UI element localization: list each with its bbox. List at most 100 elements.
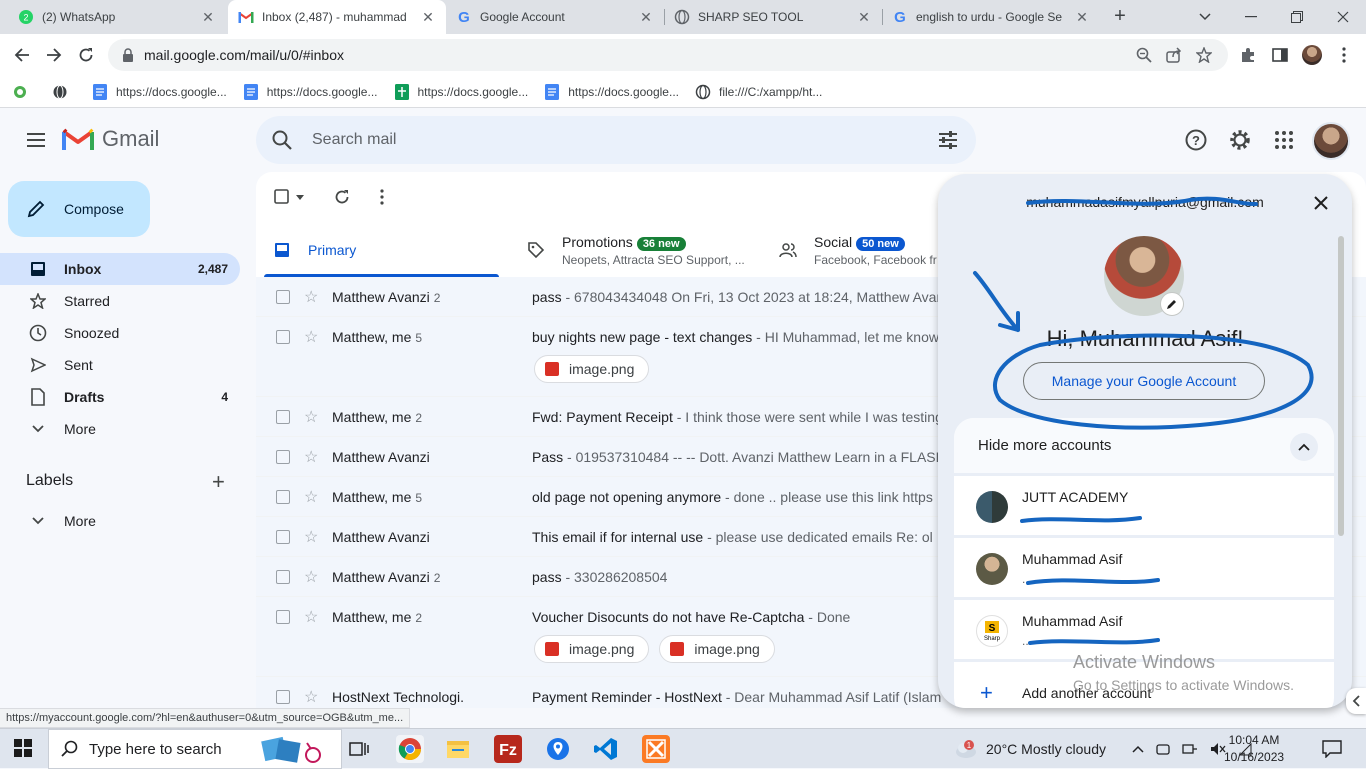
zoom-icon[interactable] [1136,47,1152,63]
select-dropdown-icon[interactable] [294,187,306,207]
chrome-taskbar-icon[interactable] [396,735,424,763]
row-checkbox[interactable] [276,610,290,624]
restore-button[interactable] [1274,0,1320,34]
tab-social[interactable]: Social 50 new Facebook, Facebook fr [778,224,937,276]
meet-now-icon[interactable] [1156,742,1170,756]
account-item[interactable]: JUTT ACADEMY ... [954,476,1334,538]
tab-sharp-seo-tool[interactable]: SHARP SEO TOOL ✕ [664,0,882,34]
main-menu-icon[interactable] [24,128,48,152]
show-hidden-icons-chevron-icon[interactable] [1132,745,1144,753]
maps-pin-icon[interactable] [544,735,572,763]
bookmark-item[interactable]: https://docs.google... [394,83,528,100]
side-panel-icon[interactable] [1270,45,1290,65]
tab-search-chevron-icon[interactable] [1182,0,1228,34]
browser-menu-icon[interactable] [1334,45,1354,65]
google-apps-icon[interactable] [1272,128,1296,152]
tab-primary[interactable]: Primary [272,224,356,276]
compose-button[interactable]: Compose [8,181,150,237]
help-icon[interactable]: ? [1184,128,1208,152]
chevron-up-icon[interactable] [1290,433,1318,461]
search-mail-input[interactable]: Search mail [256,116,976,164]
close-tab-icon[interactable]: ✕ [1074,9,1090,26]
close-window-button[interactable] [1320,0,1366,34]
sidebar-item-more[interactable]: More [0,413,240,445]
tab-google-translate-search[interactable]: G english to urdu - Google Se ✕ [882,0,1100,34]
close-tab-icon[interactable]: ✕ [856,9,872,26]
row-checkbox[interactable] [276,570,290,584]
windows-start-icon[interactable] [14,739,32,757]
more-options-icon[interactable] [372,187,392,207]
star-icon[interactable]: ☆ [304,607,318,627]
taskbar-search-input[interactable]: Type here to search [48,729,342,769]
bookmark-item[interactable] [12,84,36,100]
notifications-icon[interactable] [1322,729,1342,769]
tab-google-account[interactable]: G Google Account ✕ [446,0,664,34]
star-icon[interactable]: ☆ [304,447,318,467]
settings-gear-icon[interactable] [1228,128,1252,152]
close-tab-icon[interactable]: ✕ [420,9,436,26]
minimize-button[interactable] [1228,0,1274,34]
star-icon[interactable]: ☆ [304,567,318,587]
bookmark-item[interactable]: https://docs.google... [92,83,227,100]
sidebar-item-drafts[interactable]: Drafts 4 [0,381,240,413]
row-checkbox[interactable] [276,450,290,464]
close-icon[interactable] [1310,192,1332,214]
sidebar-item-inbox[interactable]: Inbox 2,487 [0,253,240,285]
share-icon[interactable] [1166,47,1182,63]
add-another-account-button[interactable]: + Add another account [954,668,1334,708]
weather-widget[interactable]: 1 20°C Mostly cloudy [954,729,1106,769]
back-arrow-icon[interactable] [10,43,34,67]
bookmark-item[interactable]: file:///C:/xampp/ht... [695,84,822,100]
tab-gmail-inbox[interactable]: Inbox (2,487) - muhammad ✕ [228,0,446,34]
xampp-icon[interactable] [642,735,670,763]
hide-more-accounts-toggle[interactable]: Hide more accounts [954,418,1334,476]
reload-icon[interactable] [74,43,98,67]
bookmark-item[interactable] [52,84,76,100]
account-panel-scrollbar[interactable] [1338,236,1344,536]
side-panel-toggle-chevron-icon[interactable] [1346,688,1366,714]
search-icon[interactable] [270,128,294,152]
bookmark-star-icon[interactable] [1196,47,1212,63]
task-view-icon[interactable] [346,735,374,763]
extensions-puzzle-icon[interactable] [1238,45,1258,65]
vscode-icon[interactable] [592,735,620,763]
star-icon[interactable]: ☆ [304,287,318,307]
row-checkbox[interactable] [276,530,290,544]
star-icon[interactable]: ☆ [304,487,318,507]
star-icon[interactable]: ☆ [304,687,318,707]
account-avatar[interactable] [1312,122,1350,160]
star-icon[interactable]: ☆ [304,527,318,547]
refresh-icon[interactable] [332,187,352,207]
select-all-checkbox[interactable] [272,187,292,207]
row-checkbox[interactable] [276,290,290,304]
filezilla-icon[interactable]: Fz [494,735,522,763]
row-checkbox[interactable] [276,490,290,504]
row-checkbox[interactable] [276,410,290,424]
row-checkbox[interactable] [276,330,290,344]
attachment-chip[interactable]: image.png [659,635,775,663]
close-tab-icon[interactable]: ✕ [638,9,654,26]
forward-arrow-icon[interactable] [42,43,66,67]
sidebar-item-starred[interactable]: Starred [0,285,240,317]
sidebar-item-sent[interactable]: Sent [0,349,240,381]
network-icon[interactable] [1182,742,1198,756]
labels-more[interactable]: More [0,505,240,537]
address-bar[interactable]: mail.google.com/mail/u/0/#inbox [108,39,1228,71]
file-explorer-icon[interactable] [444,735,472,763]
edit-photo-pencil-icon[interactable] [1160,292,1184,316]
tab-whatsapp[interactable]: 2 (2) WhatsApp ✕ [8,0,226,34]
sidebar-item-snoozed[interactable]: Snoozed [0,317,240,349]
row-checkbox[interactable] [276,690,290,704]
search-highlight-icon[interactable] [259,735,327,765]
manage-google-account-button[interactable]: Manage your Google Account [1023,362,1265,400]
account-item[interactable]: Muhammad Asif ... [954,538,1334,600]
close-tab-icon[interactable]: ✕ [200,9,216,26]
star-icon[interactable]: ☆ [304,327,318,347]
star-icon[interactable]: ☆ [304,407,318,427]
attachment-chip[interactable]: image.png [534,635,650,663]
bookmark-item[interactable]: https://docs.google... [243,83,378,100]
bookmark-item[interactable]: https://docs.google... [544,83,679,100]
system-clock[interactable]: 10:04 AM 10/16/2023 [1224,732,1284,766]
gmail-logo[interactable]: Gmail [62,126,159,152]
search-filters-icon[interactable] [936,128,960,152]
